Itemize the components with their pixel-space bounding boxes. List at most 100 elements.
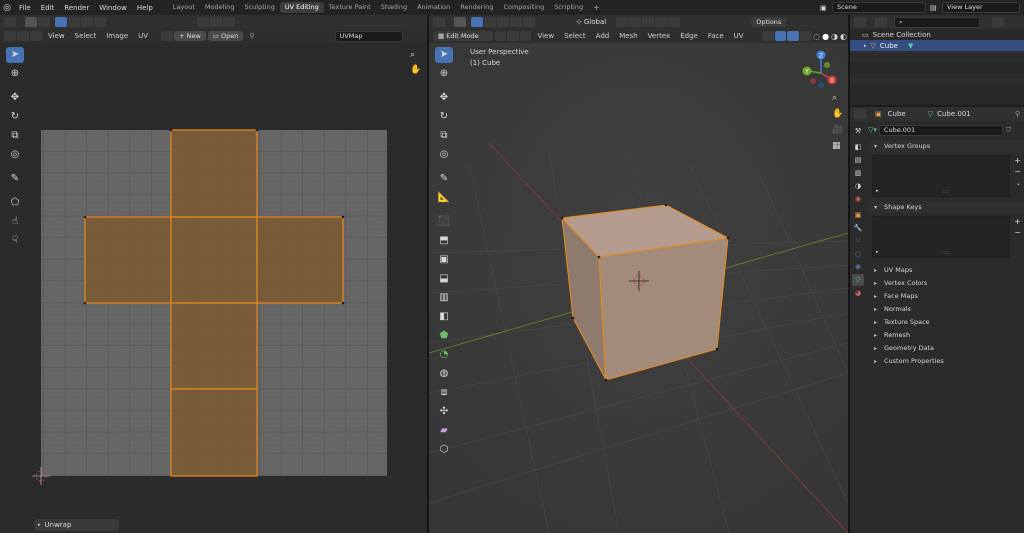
list-expand-icon[interactable]: ▸ xyxy=(876,249,879,255)
open-image-button[interactable]: ▭ Open xyxy=(207,31,244,41)
mesh-browse-icon[interactable]: ▽▾ xyxy=(868,126,877,134)
vp-bevel-tool[interactable]: ⬓ xyxy=(435,271,453,287)
pan-hand-icon[interactable]: ✋ xyxy=(832,109,843,119)
vp-shrink-tool[interactable]: ✣ xyxy=(435,404,453,420)
material-tab-icon[interactable]: ◕ xyxy=(852,287,864,299)
mesh-name-field[interactable]: Cube.001 xyxy=(878,124,1003,136)
add-workspace-button[interactable]: + xyxy=(588,2,605,13)
list-expand-icon[interactable]: ▸ xyxy=(876,188,879,194)
menu-edit[interactable]: Edit xyxy=(36,4,60,12)
menu-render[interactable]: Render xyxy=(59,4,94,12)
list-resize-handle-icon[interactable]: :::: xyxy=(943,250,950,256)
viewport-editor-type-icon[interactable] xyxy=(433,17,445,27)
render-tab-icon[interactable]: ◧ xyxy=(852,141,864,153)
outliner-row-collection[interactable]: ▭ Scene Collection xyxy=(850,29,1024,40)
face-mode-icon[interactable] xyxy=(519,31,532,41)
uv-sticky-icon[interactable] xyxy=(30,31,42,41)
rendered-shading-icon[interactable]: ◐ xyxy=(840,32,847,41)
outliner-display-mode-icon[interactable] xyxy=(875,17,887,27)
vp-edge-slide-tool[interactable]: ⧈ xyxy=(435,385,453,401)
vp-spin-tool[interactable]: ◔ xyxy=(435,347,453,363)
vp-menu-vertex[interactable]: Vertex xyxy=(643,32,676,40)
proportional-icon[interactable] xyxy=(223,17,235,27)
filter-icon[interactable] xyxy=(992,17,1004,27)
panel-vertex-groups[interactable]: ▾ Vertex Groups xyxy=(868,140,1024,152)
vp-menu-add[interactable]: Add xyxy=(591,32,615,40)
tab-scripting[interactable]: Scripting xyxy=(549,2,588,13)
pivot-icon[interactable] xyxy=(197,17,209,27)
view-object-types-icon[interactable] xyxy=(762,31,774,41)
mode-dropdown[interactable]: ▦ Edit Mode xyxy=(433,31,493,41)
uvmap-field[interactable]: UVMap xyxy=(334,30,403,42)
uv-sync-icon[interactable] xyxy=(4,31,16,41)
tab-compositing[interactable]: Compositing xyxy=(498,2,549,13)
tab-uv-editing[interactable]: UV Editing xyxy=(279,2,324,13)
gizmo-toggle-icon[interactable] xyxy=(774,31,787,41)
select-tool-icon[interactable] xyxy=(25,17,37,27)
panel-remesh[interactable]: ▸ Remesh xyxy=(868,329,1024,341)
pivot-point-icon[interactable] xyxy=(616,17,629,27)
vp-menu-uv[interactable]: UV xyxy=(729,32,749,40)
panel-uv-maps[interactable]: ▸ UV Maps xyxy=(868,264,1024,276)
uv-menu-select[interactable]: Select xyxy=(70,32,102,40)
wireframe-shading-icon[interactable]: ◌ xyxy=(813,32,820,41)
vp-menu-face[interactable]: Face xyxy=(703,32,729,40)
remove-shape-key-button[interactable]: − xyxy=(1014,228,1021,237)
vertex-group-menu-icon[interactable]: ⌄ xyxy=(1016,180,1021,187)
select-intersect-icon[interactable] xyxy=(523,17,535,27)
camera-view-icon[interactable]: 🎥 xyxy=(832,125,843,135)
vertex-groups-list[interactable]: ▸ :::: + − ⌄ xyxy=(872,155,1021,197)
proportional-falloff-icon[interactable] xyxy=(668,17,681,27)
viewport-select-tool-icon[interactable] xyxy=(454,17,466,27)
vp-select-box-tool[interactable]: ➤ xyxy=(435,47,453,63)
image-browse-icon[interactable] xyxy=(161,31,174,41)
snap-icon[interactable] xyxy=(210,17,222,27)
scene-tab-icon[interactable]: ◑ xyxy=(852,180,864,192)
face-select-icon[interactable] xyxy=(81,17,93,27)
orientation-dropdown[interactable]: Global xyxy=(584,18,606,26)
vp-measure-tool[interactable]: 📐 xyxy=(435,190,453,206)
vp-loop-cut-tool[interactable]: ▥ xyxy=(435,290,453,306)
vp-add-cube-tool[interactable]: ⬛ xyxy=(435,214,453,230)
vp-menu-view[interactable]: View xyxy=(532,32,559,40)
vp-poly-build-tool[interactable]: ⬟ xyxy=(435,328,453,344)
material-shading-icon[interactable]: ◑ xyxy=(831,32,838,41)
vp-rip-tool[interactable]: ⬡ xyxy=(435,442,453,458)
vp-scale-tool[interactable]: ⧉ xyxy=(435,128,453,144)
last-operator-panel[interactable]: ▸ Unwrap xyxy=(34,519,119,531)
pin-icon[interactable]: ⚲ xyxy=(249,32,254,40)
panel-geometry-data[interactable]: ▸ Geometry Data xyxy=(868,342,1024,354)
data-tab-icon[interactable]: ▽ xyxy=(852,274,864,286)
modifier-tab-icon[interactable]: 🔧 xyxy=(852,222,864,234)
editor-type-icon[interactable] xyxy=(4,17,16,27)
particles-tab-icon[interactable]: ⁙ xyxy=(852,235,864,247)
outliner-search-input[interactable]: ⌕ xyxy=(894,16,980,28)
view-layer-tab-icon[interactable]: ▥ xyxy=(852,167,864,179)
select-new-icon[interactable] xyxy=(471,17,483,27)
uv-menu-view[interactable]: View xyxy=(43,32,70,40)
output-tab-icon[interactable]: ▤ xyxy=(852,154,864,166)
vp-knife-tool[interactable]: ◧ xyxy=(435,309,453,325)
select-subtract-icon[interactable] xyxy=(497,17,509,27)
vp-annotate-tool[interactable]: ✎ xyxy=(435,171,453,187)
vertex-mode-icon[interactable] xyxy=(494,31,507,41)
edge-select-icon[interactable] xyxy=(68,17,80,27)
physics-tab-icon[interactable]: ◌ xyxy=(852,248,864,260)
uv-canvas[interactable] xyxy=(0,43,427,533)
proportional-edit-icon[interactable] xyxy=(655,17,668,27)
panel-normals[interactable]: ▸ Normals xyxy=(868,303,1024,315)
tab-animation[interactable]: Animation xyxy=(412,2,455,13)
select-mode-icon[interactable] xyxy=(38,17,50,27)
uv-menu-uv[interactable]: UV xyxy=(133,32,153,40)
menu-help[interactable]: Help xyxy=(132,4,158,12)
add-vertex-group-button[interactable]: + xyxy=(1014,156,1021,165)
scene-field[interactable]: Scene xyxy=(832,2,926,13)
tab-sculpting[interactable]: Sculpting xyxy=(239,2,279,13)
vp-transform-tool[interactable]: ◎ xyxy=(435,147,453,163)
tab-texture-paint[interactable]: Texture Paint xyxy=(324,2,376,13)
solid-shading-icon[interactable]: ● xyxy=(822,32,829,41)
xray-toggle-icon[interactable] xyxy=(799,31,812,41)
vp-shear-tool[interactable]: ▰ xyxy=(435,423,453,439)
list-resize-handle-icon[interactable]: :::: xyxy=(943,189,950,195)
zoom-icon[interactable]: ⌕ xyxy=(832,93,843,103)
